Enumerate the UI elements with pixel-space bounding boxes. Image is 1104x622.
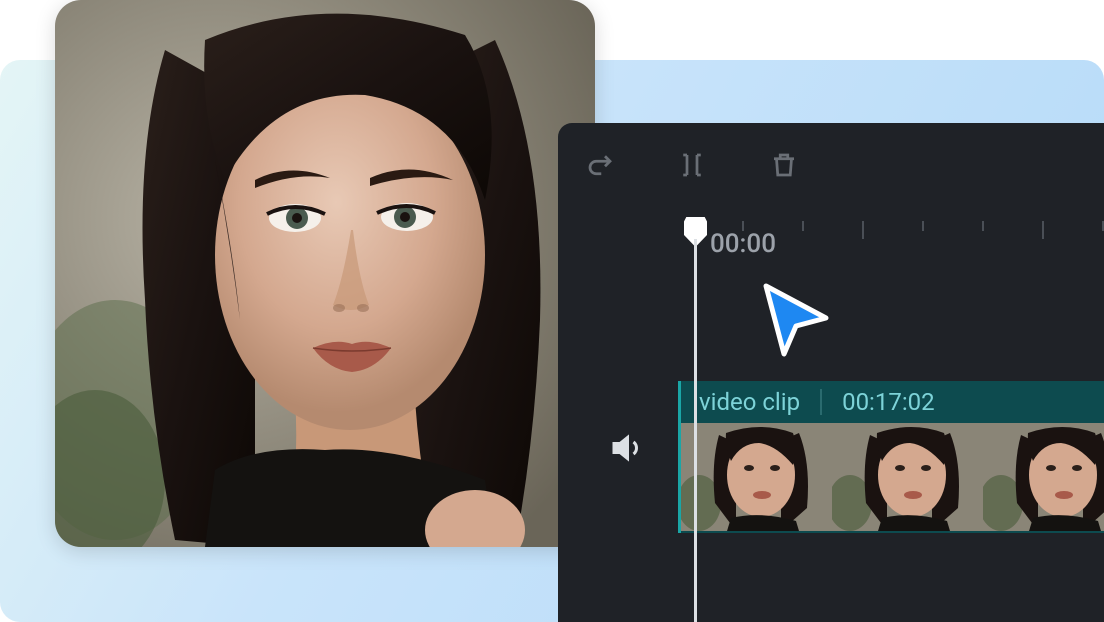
editor-toolbar — [582, 147, 802, 183]
clip-header-divider — [820, 389, 822, 415]
clip-thumbnails — [681, 423, 1104, 531]
delete-button[interactable] — [766, 147, 802, 183]
clip-thumbnail — [681, 423, 832, 531]
clip-header: video clip 00:17:02 — [681, 381, 1104, 423]
playhead[interactable] — [684, 217, 686, 622]
playhead-line — [694, 239, 697, 622]
clip-label: video clip — [699, 388, 800, 416]
clip-duration: 00:17:02 — [842, 388, 935, 416]
redo-button[interactable] — [582, 147, 618, 183]
timeline-editor-panel: 00:00 video clip 00:17:02 — [558, 123, 1104, 622]
clip-thumbnail — [832, 423, 983, 531]
video-preview — [55, 0, 595, 547]
audio-track-button[interactable] — [608, 430, 644, 466]
clip-thumbnail — [983, 423, 1104, 531]
video-clip-track[interactable]: video clip 00:17:02 — [678, 381, 1104, 533]
playhead-time-label: 00:00 — [710, 229, 776, 259]
split-button[interactable] — [674, 147, 710, 183]
cursor-icon — [756, 278, 836, 360]
